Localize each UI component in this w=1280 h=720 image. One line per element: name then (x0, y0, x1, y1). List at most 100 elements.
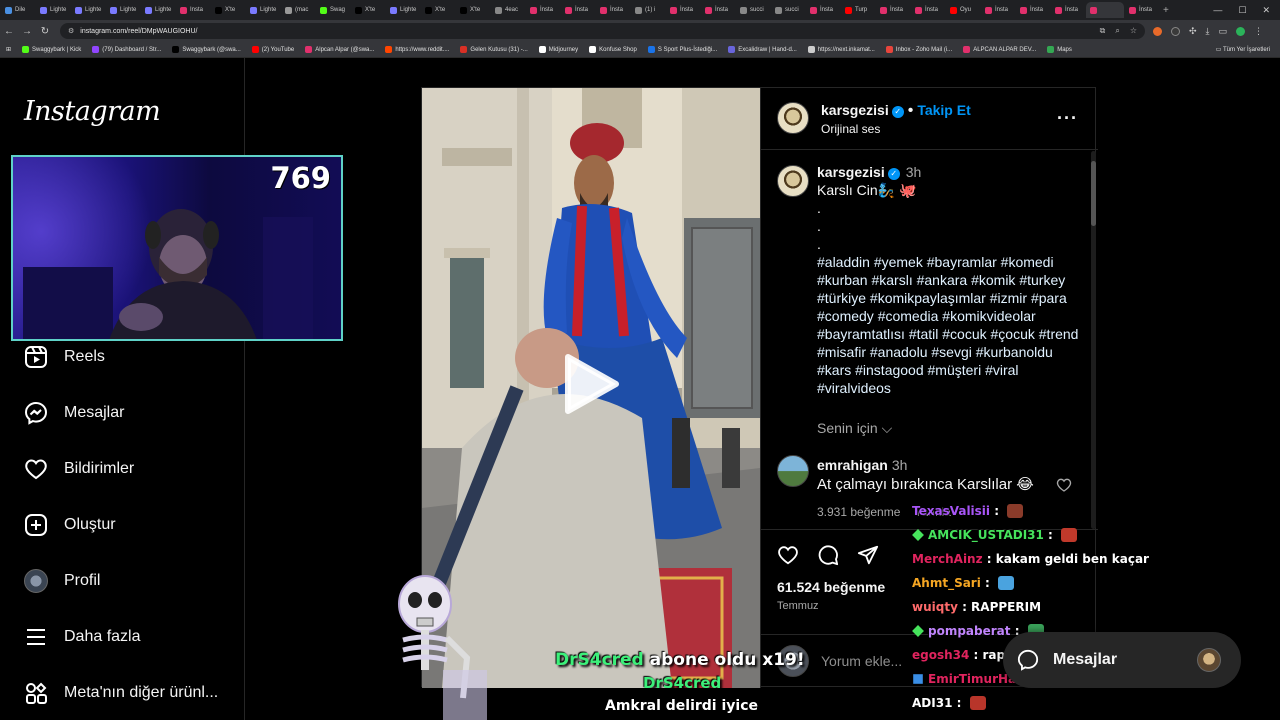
apps-icon[interactable]: ⊞ (6, 46, 11, 53)
browser-tab[interactable]: 4eac (491, 2, 525, 18)
chat-username[interactable]: wuiqty (912, 600, 958, 614)
back-icon[interactable]: ← (0, 26, 18, 37)
commenter-username[interactable]: emrahigan (817, 457, 888, 473)
bookmark-item[interactable]: (2) YouTube (251, 46, 294, 53)
browser-tab[interactable]: İnsta (1125, 2, 1159, 18)
browser-menu-icon[interactable]: ⋮ (1254, 26, 1263, 37)
browser-tab[interactable]: Dile (1, 2, 35, 18)
chat-username[interactable]: AMCIK_USTADI31 (928, 528, 1044, 542)
chat-username[interactable]: egosh34 (912, 648, 969, 662)
zoom-icon[interactable]: ⌕ (1115, 26, 1119, 36)
browser-tab[interactable]: İnsta (981, 2, 1015, 18)
install-app-icon[interactable]: ⧉ (1100, 26, 1106, 36)
caption-username[interactable]: karsgezisi (817, 164, 885, 180)
chat-username[interactable]: ADI31 (912, 696, 952, 710)
browser-tab[interactable]: Turp (841, 2, 875, 18)
scrollbar-thumb[interactable] (1091, 161, 1096, 226)
bookmark-item[interactable]: Konfuse Shop (589, 46, 637, 53)
browser-tab[interactable] (1086, 2, 1124, 18)
sidebar-item-more[interactable]: Daha fazla (24, 623, 141, 651)
share-icon[interactable] (857, 544, 879, 566)
bookmark-item[interactable]: Swaggybark (@swa... (172, 46, 241, 53)
bookmark-item[interactable]: Inbox - Zoho Mail (i... (885, 46, 952, 53)
browser-tab[interactable]: İnsta (876, 2, 910, 18)
bookmark-item[interactable]: Gelen Kutusu (31) -... (460, 46, 528, 53)
follow-button[interactable]: Takip Et (917, 102, 970, 118)
browser-tab[interactable]: Lighte (106, 2, 140, 18)
bookmark-item[interactable]: Excalidraw | Hand-d... (728, 46, 797, 53)
profile-icon[interactable] (1236, 26, 1246, 36)
caption-scrollbar[interactable] (1091, 151, 1096, 529)
extensions-puzzle-icon[interactable]: ✣ (1189, 26, 1197, 37)
browser-tab[interactable]: İnsta (666, 2, 700, 18)
sidepanel-icon[interactable]: ▭ (1219, 26, 1228, 37)
browser-tab[interactable]: Insta (176, 2, 210, 18)
close-window-icon[interactable]: ✕ (1262, 5, 1270, 16)
bookmark-item[interactable]: S Sport Plus-İstediği... (647, 46, 717, 53)
comment-likes[interactable]: 3.931 beğenme (817, 505, 900, 519)
browser-tab[interactable]: Oyu (946, 2, 980, 18)
comment-icon[interactable] (817, 544, 839, 566)
messages-pill[interactable]: Mesajlar (1003, 632, 1241, 688)
comment-like-icon[interactable] (1056, 477, 1072, 493)
commenter-avatar[interactable] (777, 455, 809, 487)
bookmark-item[interactable]: ALPCAN ALPAR DEV... (963, 46, 1036, 53)
more-options-icon[interactable]: ··· (1057, 108, 1078, 129)
browser-tab[interactable]: Lighte (36, 2, 70, 18)
sidebar-item-meta-apps[interactable]: Meta'nın diğer ürünl... (24, 679, 218, 707)
browser-tab[interactable]: İnsta (1051, 2, 1085, 18)
instagram-logo[interactable]: Instagram (24, 96, 161, 127)
browser-tab[interactable]: İnsta (701, 2, 735, 18)
browser-tab[interactable]: X'te (211, 2, 245, 18)
sidebar-item-notifications[interactable]: Bildirimler (24, 455, 134, 483)
browser-tab[interactable]: succi (771, 2, 805, 18)
browser-tab[interactable]: Swag (316, 2, 350, 18)
author-username[interactable]: karsgezisi (821, 102, 889, 118)
bookmark-item[interactable]: (79) Dashboard / Str... (92, 46, 161, 53)
reload-icon[interactable]: ↻ (36, 26, 54, 37)
chat-username[interactable]: TexasValisii (912, 504, 990, 518)
sidebar-item-reels[interactable]: Reels (24, 343, 105, 371)
likes-count[interactable]: 61.524 beğenme (777, 579, 885, 595)
browser-tab[interactable]: Lighte (246, 2, 280, 18)
browser-tab[interactable]: X'te (456, 2, 490, 18)
new-tab-button[interactable]: + (1163, 5, 1169, 16)
audio-label[interactable]: Orijinal ses (821, 122, 880, 136)
sidebar-item-profile[interactable]: Profil (24, 567, 100, 595)
browser-tab[interactable]: İnsta (806, 2, 840, 18)
bookmark-item[interactable]: Maps (1047, 46, 1072, 53)
url-bar[interactable]: ⚙ instagram.com/reel/DMpWAUGIOHU/ ⧉ ⌕ ☆ (60, 23, 1145, 39)
browser-tab[interactable]: succi (736, 2, 770, 18)
browser-tab[interactable]: Lighte (141, 2, 175, 18)
comment-input[interactable]: Yorum ekle... (821, 653, 902, 669)
browser-tab[interactable]: Lighte (71, 2, 105, 18)
browser-tab[interactable]: İnsta (1016, 2, 1050, 18)
sidebar-item-messages[interactable]: Mesajlar (24, 399, 124, 427)
chat-username[interactable]: Ahmt_Sari (912, 576, 981, 590)
browser-tab[interactable]: İnsta (596, 2, 630, 18)
author-avatar[interactable] (777, 102, 809, 134)
browser-tab[interactable]: (mac (281, 2, 315, 18)
browser-tab[interactable]: Lighte (386, 2, 420, 18)
hashtags[interactable]: #aladdin #yemek #bayramlar #komedi #kurb… (817, 253, 1087, 397)
forward-icon[interactable]: → (18, 26, 36, 37)
browser-tab[interactable]: İnsta (561, 2, 595, 18)
all-bookmarks-button[interactable]: ▭ Tüm Yer İşaretleri (1216, 46, 1280, 53)
browser-tab[interactable]: (1) i (631, 2, 665, 18)
bookmark-item[interactable]: Midjourney (538, 46, 578, 53)
extension-icon[interactable] (1153, 26, 1162, 36)
play-icon[interactable] (558, 352, 622, 416)
browser-tab[interactable]: X'te (421, 2, 455, 18)
bookmark-item[interactable]: https://next.inkamat... (807, 46, 875, 53)
bookmark-item[interactable]: https://www.reddit.... (385, 46, 449, 53)
maximize-icon[interactable]: ☐ (1238, 5, 1246, 16)
for-you-toggle[interactable]: Senin için ⌵ (817, 420, 892, 437)
browser-tab[interactable]: X'te (351, 2, 385, 18)
caption-author-avatar[interactable] (777, 165, 809, 197)
like-icon[interactable] (777, 544, 799, 566)
bookmark-item[interactable]: Swaggybark | Kick (22, 46, 81, 53)
downloads-icon[interactable]: ⤓ (1206, 26, 1210, 37)
site-info-icon[interactable]: ⚙ (68, 27, 74, 35)
sidebar-item-create[interactable]: Oluştur (24, 511, 116, 539)
chat-username[interactable]: pompaberat (928, 624, 1011, 638)
